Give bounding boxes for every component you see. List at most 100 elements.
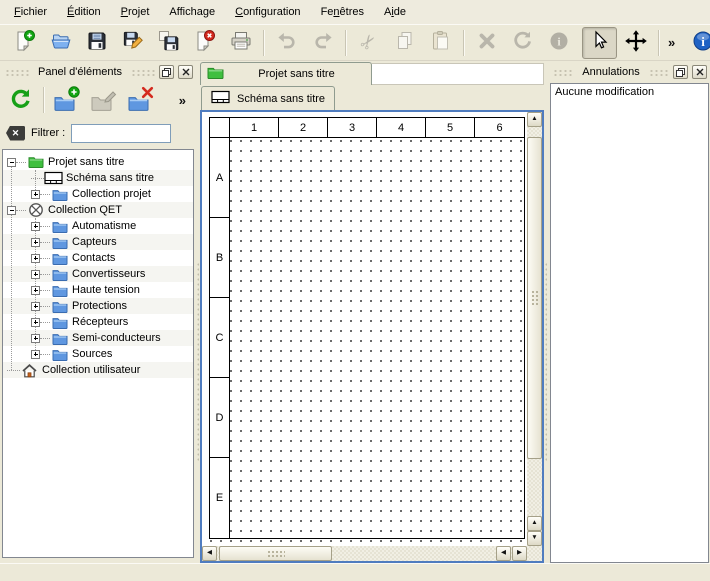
copy-button[interactable] [387, 27, 422, 59]
diagram-row-area[interactable] [230, 378, 524, 458]
new-project-button[interactable] [7, 27, 42, 59]
undo-list-item[interactable]: Aucune modification [555, 86, 704, 98]
project-tabbar: Projet sans titre [200, 61, 544, 85]
horizontal-scrollbar[interactable]: ◀ ◀ ▶ [202, 546, 527, 561]
scroll-up-button[interactable]: ▲ [527, 516, 542, 531]
scroll-left-button[interactable]: ◀ [202, 546, 217, 561]
undo-list[interactable]: Aucune modification [550, 83, 709, 563]
diagram-row-area[interactable] [230, 218, 524, 298]
reload-collections-button[interactable] [6, 85, 36, 115]
new-category-button[interactable] [51, 85, 81, 115]
tree-expander-plus[interactable] [31, 302, 40, 311]
paste-button[interactable] [423, 27, 458, 59]
save-all-button[interactable] [151, 27, 186, 59]
folder-icon [50, 252, 69, 265]
dock-float-button[interactable] [673, 65, 688, 79]
diagram-row-area[interactable] [230, 458, 524, 538]
menu-projet[interactable]: Projet [111, 0, 160, 24]
tree-expander-plus[interactable] [31, 286, 40, 295]
tree-item-label: Capteurs [72, 236, 117, 248]
tree-item-convertisseurs[interactable]: Convertisseurs [3, 266, 193, 282]
clear-filter-icon[interactable]: ✕ [6, 126, 25, 141]
dock-float-button[interactable] [159, 65, 174, 79]
diagram-canvas[interactable]: 123456ABCDE [202, 112, 542, 561]
save-button[interactable] [79, 27, 114, 59]
tree-item-protections[interactable]: Protections [3, 298, 193, 314]
tree-item-schema-sans-titre[interactable]: Schéma sans titre [3, 170, 193, 186]
horizontal-scroll-thumb[interactable] [219, 546, 332, 561]
element-tree[interactable]: Projet sans titreSchéma sans titreCollec… [2, 149, 194, 558]
tree-expander-plus[interactable] [31, 350, 40, 359]
schema-tab[interactable]: Schéma sans titre [201, 86, 335, 110]
toolbar-overflow-chevron[interactable]: » [664, 35, 679, 50]
menu-fichier[interactable]: Fichier [4, 0, 57, 24]
tree-expander-minus[interactable] [7, 206, 16, 215]
save-as-icon [121, 29, 145, 56]
menu-affichage[interactable]: Affichage [159, 0, 225, 24]
tree-expander-plus[interactable] [31, 222, 40, 231]
diagram-sheet[interactable]: 123456ABCDE [209, 117, 525, 539]
undo-dock-titlebar[interactable]: Annulations [548, 61, 710, 81]
tree-item-collection-qet[interactable]: Collection QET [3, 202, 193, 218]
panel-overflow-chevron[interactable]: » [175, 93, 190, 108]
rotate-button[interactable] [505, 27, 540, 59]
filter-input[interactable] [71, 124, 171, 143]
close-file-button[interactable] [187, 27, 222, 59]
menu-configuration[interactable]: Configuration [225, 0, 310, 24]
diagram-row-header: E [210, 458, 230, 538]
tree-expander-plus[interactable] [31, 270, 40, 279]
tree-item-automatisme[interactable]: Automatisme [3, 218, 193, 234]
tree-expander-minus[interactable] [7, 158, 16, 167]
open-project-button[interactable] [43, 27, 78, 59]
undo-button[interactable] [269, 27, 304, 59]
right-splitter[interactable] [544, 61, 548, 563]
diagram-row-header: B [210, 218, 230, 298]
project-tab-label: Projet sans titre [228, 68, 365, 80]
tree-expander-plus[interactable] [31, 318, 40, 327]
scroll-down-button[interactable]: ▼ [527, 531, 542, 546]
project-folder-icon [26, 156, 45, 168]
tree-item-label: Haute tension [72, 284, 140, 296]
tree-item-projet-sans-titre[interactable]: Projet sans titre [3, 154, 193, 170]
tree-expander-plus[interactable] [31, 334, 40, 343]
vertical-scrollbar[interactable]: ▲ ▲ ▼ [527, 112, 542, 546]
menu-edition[interactable]: Édition [57, 0, 111, 24]
tree-expander-plus[interactable] [31, 238, 40, 247]
pan-mode-button[interactable] [618, 27, 653, 59]
elements-panel-titlebar[interactable]: Panel d'éléments [0, 61, 196, 81]
tree-item-label: Récepteurs [72, 316, 128, 328]
edit-category-button[interactable] [88, 85, 118, 115]
redo-button[interactable] [305, 27, 340, 59]
info-button[interactable]: i [541, 27, 576, 59]
tree-item-sources[interactable]: Sources [3, 346, 193, 362]
dock-close-button[interactable] [178, 65, 193, 79]
tree-expander-plus[interactable] [31, 190, 40, 199]
delete-button[interactable] [469, 27, 504, 59]
scroll-up-button[interactable]: ▲ [527, 112, 542, 127]
tree-item-semi-conducteurs[interactable]: Semi-conducteurs [3, 330, 193, 346]
tree-item-recepteurs[interactable]: Récepteurs [3, 314, 193, 330]
tree-item-collection-utilisateur[interactable]: Collection utilisateur [3, 362, 193, 378]
tree-item-collection-projet[interactable]: Collection projet [3, 186, 193, 202]
tree-item-haute-tension[interactable]: Haute tension [3, 282, 193, 298]
vertical-scroll-thumb[interactable] [527, 137, 542, 459]
project-area: Projet sans titre Schéma sans titre 1234… [200, 61, 544, 563]
about-button[interactable]: i [685, 27, 710, 59]
dock-close-button[interactable] [692, 65, 707, 79]
tree-item-contacts[interactable]: Contacts [3, 250, 193, 266]
diagram-row-area[interactable] [230, 138, 524, 218]
cut-button[interactable]: ✂ [351, 27, 386, 59]
diagram-row-area[interactable] [230, 298, 524, 378]
save-as-button[interactable] [115, 27, 150, 59]
tree-item-capteurs[interactable]: Capteurs [3, 234, 193, 250]
delete-category-button[interactable] [125, 85, 155, 115]
scroll-right-button[interactable]: ▶ [512, 546, 527, 561]
select-mode-button[interactable] [582, 27, 617, 59]
scroll-left-button[interactable]: ◀ [496, 546, 511, 561]
menu-fenetres[interactable]: Fenêtres [311, 0, 374, 24]
print-button[interactable] [223, 27, 258, 59]
tree-item-label: Collection utilisateur [42, 364, 140, 376]
project-tab[interactable]: Projet sans titre [200, 62, 372, 85]
tree-expander-plus[interactable] [31, 254, 40, 263]
menu-aide[interactable]: Aide [374, 0, 416, 24]
